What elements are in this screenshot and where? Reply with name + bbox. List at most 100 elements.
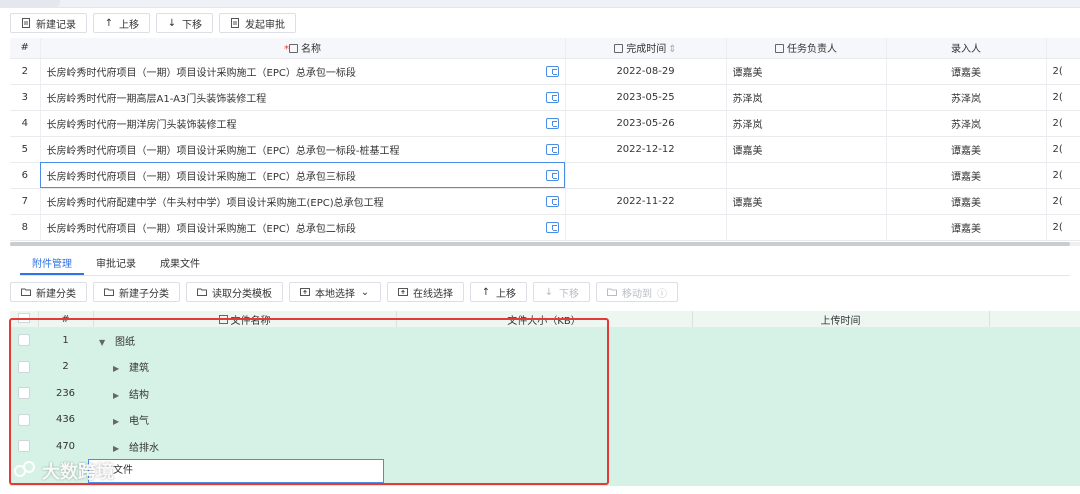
- tab-deliverables[interactable]: 成果文件: [148, 254, 212, 275]
- table-row[interactable]: 2 长房岭秀时代府项目（一期）项目设计采购施工（EPC）总承包一标段 2022-…: [10, 58, 1080, 85]
- sort-icon[interactable]: ⇕: [668, 44, 676, 55]
- header-select-all[interactable]: [10, 311, 39, 327]
- tree-row[interactable]: 236 ▶ 结构: [10, 380, 1080, 407]
- tree-row[interactable]: 1 ▼ 图纸: [10, 327, 1080, 354]
- row-name-cell[interactable]: 长房岭秀时代府一期洋房门头装饰装修工程: [40, 110, 566, 137]
- move-to-button[interactable]: 移动到 ⓘ: [596, 282, 678, 302]
- load-template-button[interactable]: 读取分类模板: [186, 282, 283, 302]
- row-date[interactable]: 2022-08-29: [565, 58, 727, 85]
- table-row[interactable]: 3 长房岭秀时代府一期高层A1-A3门头装饰装修工程 2023-05-25 苏泽…: [10, 84, 1080, 111]
- detail-card-icon[interactable]: [545, 65, 559, 77]
- new-subcategory-button[interactable]: 新建子分类: [93, 282, 180, 302]
- header-entered-by[interactable]: 录入人: [886, 38, 1047, 59]
- row-checkbox[interactable]: [18, 334, 30, 347]
- header-owner[interactable]: 任务负责人: [726, 38, 887, 59]
- row-number: 1: [38, 327, 93, 354]
- header-file-size[interactable]: 文件大小（KB）: [396, 311, 693, 327]
- row-date[interactable]: 2023-05-25: [565, 84, 727, 111]
- scrollbar-thumb[interactable]: [10, 242, 1070, 246]
- caret-right-icon[interactable]: ▶: [113, 417, 123, 426]
- detail-tabs: 附件管理 审批记录 成果文件: [20, 254, 1070, 276]
- table-row[interactable]: 8 长房岭秀时代府项目（一期）项目设计采购施工（EPC）总承包二标段 谭嘉美 2…: [10, 214, 1080, 241]
- header-name[interactable]: * 名称: [40, 38, 566, 59]
- attach-move-up-button[interactable]: ↑ 上移: [470, 282, 527, 302]
- row-checkbox-cell[interactable]: [10, 433, 38, 460]
- header-completion-time[interactable]: 完成时间 ⇕: [565, 38, 727, 59]
- table-row[interactable]: 5 长房岭秀时代府项目（一期）项目设计采购施工（EPC）总承包一标段-桩基工程 …: [10, 136, 1080, 163]
- select-all-checkbox[interactable]: [17, 312, 30, 323]
- row-checkbox[interactable]: [18, 413, 30, 426]
- files-table: # 文件名称 文件大小（KB） 上传时间 1 ▼ 图纸 2 ▶ 建筑 236 ▶ 结构: [10, 311, 1080, 460]
- row-date[interactable]: [565, 214, 727, 241]
- tab-approval-records[interactable]: 审批记录: [84, 254, 148, 275]
- tree-row[interactable]: 470 ▶ 给排水: [10, 433, 1080, 460]
- row-checkbox-cell[interactable]: [10, 327, 38, 354]
- detail-card-icon[interactable]: [545, 195, 559, 207]
- online-select-button[interactable]: 在线选择: [387, 282, 464, 302]
- row-checkbox-cell[interactable]: [10, 406, 38, 433]
- new-category-button[interactable]: 新建分类: [10, 282, 87, 302]
- detail-card-icon[interactable]: [545, 117, 559, 129]
- header-upload-time[interactable]: 上传时间: [692, 311, 990, 327]
- row-name-cell[interactable]: 长房岭秀时代府配建中学（牛头村中学）项目设计采购施工(EPC)总承包工程: [40, 188, 566, 215]
- table-row-selected[interactable]: 6 长房岭秀时代府项目（一期）项目设计采购施工（EPC）总承包三标段 谭嘉美 2…: [10, 162, 1080, 189]
- tree-node[interactable]: ▶ 电气: [93, 406, 396, 433]
- row-checkbox-cell[interactable]: [10, 380, 38, 407]
- row-name-cell[interactable]: 长房岭秀时代府一期高层A1-A3门头装饰装修工程: [40, 84, 566, 111]
- new-subcategory-label: 新建子分类: [119, 288, 169, 300]
- row-owner[interactable]: [726, 214, 887, 241]
- attach-move-down-button[interactable]: ↓ 下移: [533, 282, 590, 302]
- tree-node[interactable]: ▶ 给排水: [93, 433, 396, 460]
- row-owner[interactable]: 谭嘉美: [726, 188, 887, 215]
- detail-card-icon[interactable]: [545, 91, 559, 103]
- row-owner[interactable]: 谭嘉美: [726, 58, 887, 85]
- move-up-button[interactable]: ↑ 上移: [93, 13, 150, 33]
- row-number: 2: [38, 353, 93, 380]
- row-date[interactable]: 2023-05-26: [565, 110, 727, 137]
- start-approval-button[interactable]: 发起审批: [219, 13, 296, 33]
- detail-card-icon[interactable]: [545, 143, 559, 155]
- tree-node[interactable]: ▶ 建筑: [93, 353, 396, 380]
- arrow-down-icon: ↓: [544, 286, 554, 298]
- row-owner[interactable]: 谭嘉美: [726, 136, 887, 163]
- row-name-cell[interactable]: 长房岭秀时代府项目（一期）项目设计采购施工（EPC）总承包一标段: [40, 58, 566, 85]
- row-date[interactable]: [565, 162, 727, 189]
- row-name: 长房岭秀时代府项目（一期）项目设计采购施工（EPC）总承包一标段-桩基工程: [46, 145, 400, 157]
- tab-attachments[interactable]: 附件管理: [20, 254, 84, 275]
- detail-card-icon[interactable]: [545, 169, 559, 181]
- move-down-button[interactable]: ↓ 下移: [156, 13, 213, 33]
- row-checkbox[interactable]: [18, 387, 30, 400]
- row-checkbox-cell[interactable]: [10, 353, 38, 380]
- row-checkbox[interactable]: [18, 440, 30, 453]
- folder-icon: [197, 287, 207, 297]
- new-record-button[interactable]: 新建记录: [10, 13, 87, 33]
- tree-node[interactable]: ▼ 图纸: [93, 327, 396, 354]
- caret-right-icon[interactable]: ▶: [113, 444, 123, 453]
- tree-row[interactable]: 2 ▶ 建筑: [10, 353, 1080, 380]
- detail-card-icon[interactable]: [545, 221, 559, 233]
- row-owner[interactable]: 苏泽岚: [726, 110, 887, 137]
- row-date[interactable]: 2022-11-22: [565, 188, 727, 215]
- header-file-name[interactable]: 文件名称: [93, 311, 397, 327]
- row-owner[interactable]: 苏泽岚: [726, 84, 887, 111]
- caret-right-icon[interactable]: ▶: [113, 364, 123, 373]
- row-checkbox[interactable]: [18, 360, 30, 373]
- edit-icon: [775, 44, 784, 54]
- row-owner[interactable]: [726, 162, 887, 189]
- table-row[interactable]: 7 长房岭秀时代府配建中学（牛头村中学）项目设计采购施工(EPC)总承包工程 2…: [10, 188, 1080, 215]
- caret-right-icon[interactable]: ▶: [113, 391, 123, 400]
- attachments-toolbar: 新建分类 新建子分类 读取分类模板 本地选择 ⌄ 在线选择 ↑ 上移 ↓ 下移 …: [10, 282, 678, 302]
- horizontal-scrollbar[interactable]: [10, 242, 1080, 246]
- name-edit-input[interactable]: 文件: [88, 459, 384, 483]
- caret-down-icon[interactable]: ▼: [99, 338, 109, 347]
- row-extra: [989, 406, 1080, 433]
- tree-node[interactable]: ▶ 结构: [93, 380, 396, 407]
- table-row[interactable]: 4 长房岭秀时代府一期洋房门头装饰装修工程 2023-05-26 苏泽岚 苏泽岚…: [10, 110, 1080, 137]
- row-number: 436: [38, 406, 93, 433]
- row-name-cell[interactable]: 长房岭秀时代府项目（一期）项目设计采购施工（EPC）总承包二标段: [40, 214, 566, 241]
- row-name-cell[interactable]: 长房岭秀时代府项目（一期）项目设计采购施工（EPC）总承包一标段-桩基工程: [40, 136, 566, 163]
- tree-row[interactable]: 436 ▶ 电气: [10, 406, 1080, 433]
- row-name-cell[interactable]: 长房岭秀时代府项目（一期）项目设计采购施工（EPC）总承包三标段: [40, 162, 566, 189]
- local-select-button[interactable]: 本地选择 ⌄: [289, 282, 381, 302]
- row-date[interactable]: 2022-12-12: [565, 136, 727, 163]
